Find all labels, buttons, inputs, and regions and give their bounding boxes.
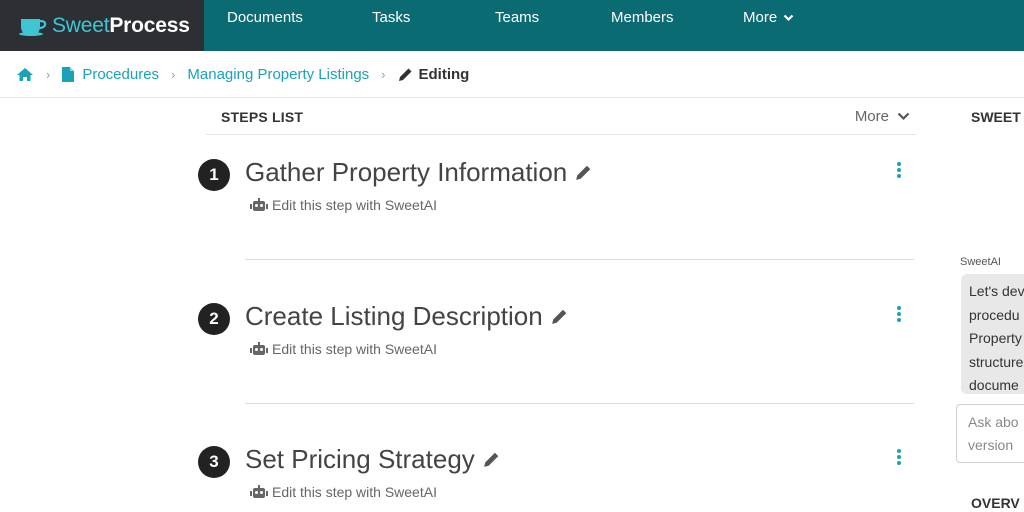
edit-with-sweetai-link[interactable]: Edit this step with SweetAI [250, 341, 437, 357]
step-item: 3 Set Pricing Strategy Edit this step wi… [198, 444, 916, 512]
robot-icon [250, 197, 268, 213]
kebab-menu-icon[interactable] [894, 448, 904, 466]
sweetai-panel-title: SWEET [971, 109, 1021, 125]
step-title-text: Gather Property Information [245, 157, 568, 187]
pencil-icon[interactable] [575, 164, 592, 181]
step-item: 2 Create Listing Description Edit this s… [198, 301, 916, 446]
edit-with-sweetai-label: Edit this step with SweetAI [272, 484, 437, 500]
sweetai-panel: SWEET SweetAI Let's dev procedu Property… [956, 98, 1024, 512]
chevron-right-icon: › [381, 66, 386, 82]
sweetai-question-input[interactable]: Ask abo version [956, 404, 1024, 463]
chevron-down-icon [897, 112, 910, 121]
pencil-icon[interactable] [483, 451, 500, 468]
message-line: Property [969, 330, 1022, 346]
message-line: docume [969, 377, 1019, 393]
nav-teams[interactable]: Teams [495, 0, 539, 35]
brand-name: SweetProcess [52, 14, 190, 37]
robot-icon [250, 484, 268, 500]
chevron-right-icon: › [171, 66, 176, 82]
nav-tasks[interactable]: Tasks [372, 0, 410, 35]
message-line: procedu [969, 306, 1020, 323]
robot-icon [250, 341, 268, 357]
nav-members[interactable]: Members [611, 0, 674, 35]
step-title[interactable]: Create Listing Description [245, 301, 568, 332]
sweetai-message-bubble: Let's dev procedu Property structure doc… [961, 274, 1024, 394]
steps-list-header: STEPS LIST More [206, 98, 916, 135]
breadcrumb-procedures-link[interactable]: Procedures [82, 66, 159, 83]
breadcrumb-current-label: Editing [418, 65, 470, 83]
step-number-badge: 3 [198, 446, 230, 478]
step-title[interactable]: Gather Property Information [245, 157, 592, 188]
divider [245, 403, 914, 404]
top-navbar: SweetProcess Documents Tasks Teams Membe… [0, 0, 1024, 51]
step-title-text: Set Pricing Strategy [245, 444, 475, 474]
chevron-down-icon [783, 14, 794, 22]
kebab-menu-icon[interactable] [894, 161, 904, 179]
steps-more-dropdown[interactable]: More [855, 108, 910, 125]
chevron-right-icon: › [46, 66, 51, 82]
pencil-icon[interactable] [551, 308, 568, 325]
input-placeholder-line: version [968, 437, 1014, 453]
steps-list-title: STEPS LIST [221, 109, 304, 125]
kebab-menu-icon[interactable] [894, 305, 904, 323]
document-icon [62, 66, 75, 82]
edit-with-sweetai-link[interactable]: Edit this step with SweetAI [250, 484, 437, 500]
divider [245, 259, 914, 260]
brand-logo[interactable]: SweetProcess [0, 0, 204, 51]
step-number-badge: 1 [198, 159, 230, 191]
nav-more-dropdown[interactable]: More [743, 0, 794, 35]
nav-more-label: More [743, 9, 778, 26]
breadcrumb-procedure-link[interactable]: Managing Property Listings [187, 66, 369, 83]
input-placeholder-line: Ask abo [968, 414, 1019, 430]
breadcrumb: › Procedures › Managing Property Listing… [0, 51, 1024, 98]
teacup-logo-icon [18, 15, 48, 37]
message-line: Let's dev [969, 283, 1024, 299]
edit-with-sweetai-link[interactable]: Edit this step with SweetAI [250, 197, 437, 213]
nav-documents[interactable]: Documents [227, 0, 303, 35]
step-number-badge: 2 [198, 303, 230, 335]
step-item: 1 Gather Property Information Edit this … [198, 157, 916, 302]
home-icon[interactable] [16, 67, 34, 82]
message-line: structure [969, 353, 1024, 370]
steps-more-label: More [854, 108, 889, 125]
sweetai-sender-label: SweetAI [960, 256, 1001, 268]
step-title[interactable]: Set Pricing Strategy [245, 444, 500, 475]
overview-heading: OVERV [971, 495, 1020, 511]
edit-with-sweetai-label: Edit this step with SweetAI [272, 341, 437, 357]
pencil-icon [398, 67, 413, 82]
edit-with-sweetai-label: Edit this step with SweetAI [272, 197, 437, 213]
breadcrumb-current: Editing [398, 65, 470, 83]
step-title-text: Create Listing Description [245, 301, 543, 331]
